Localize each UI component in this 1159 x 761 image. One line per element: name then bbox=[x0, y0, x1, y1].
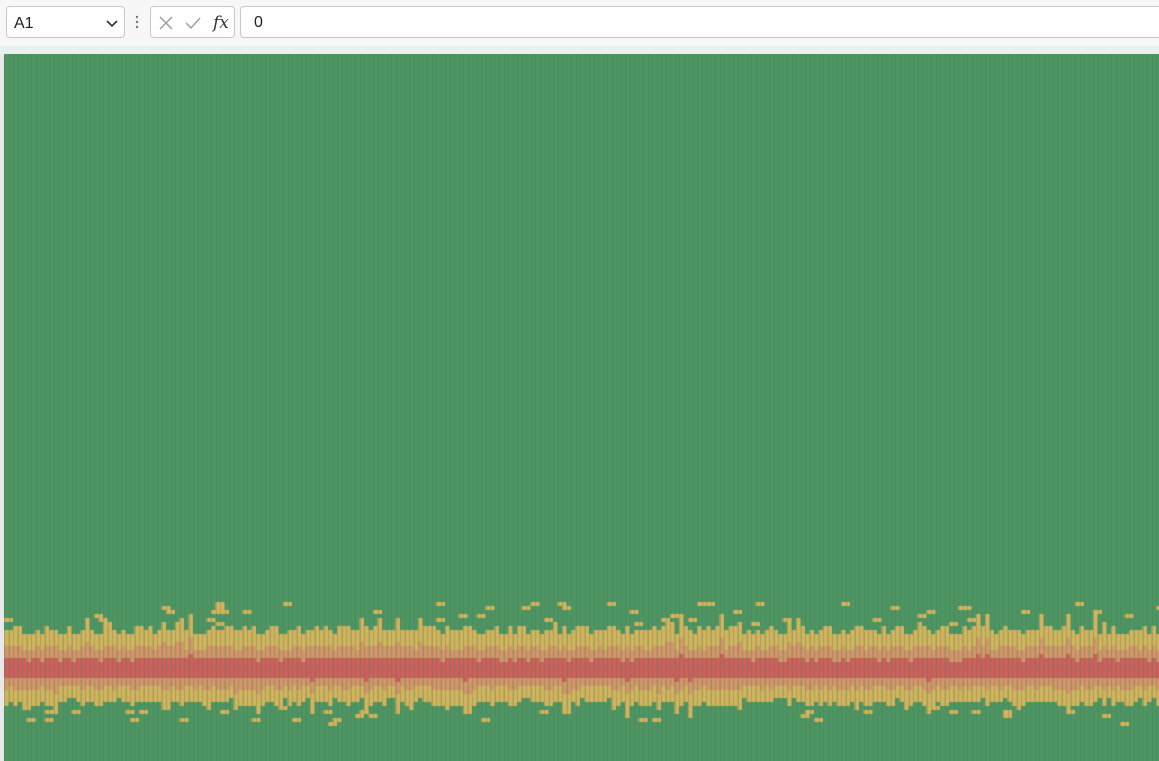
formula-input[interactable]: 0 bbox=[240, 6, 1159, 38]
heatmap-cells[interactable] bbox=[4, 54, 1159, 761]
worksheet-grid[interactable] bbox=[0, 54, 1159, 761]
check-icon[interactable] bbox=[184, 14, 202, 32]
formula-bar: A1 fx 0 bbox=[0, 0, 1159, 46]
insert-function-button[interactable]: fx bbox=[213, 13, 229, 33]
x-icon[interactable] bbox=[157, 14, 175, 32]
formula-value: 0 bbox=[254, 14, 263, 31]
more-options-icon[interactable] bbox=[134, 14, 140, 30]
chevron-down-icon[interactable] bbox=[105, 16, 119, 30]
formula-actions: fx bbox=[150, 6, 235, 38]
name-box-value: A1 bbox=[14, 15, 34, 32]
name-box[interactable]: A1 bbox=[6, 6, 125, 38]
